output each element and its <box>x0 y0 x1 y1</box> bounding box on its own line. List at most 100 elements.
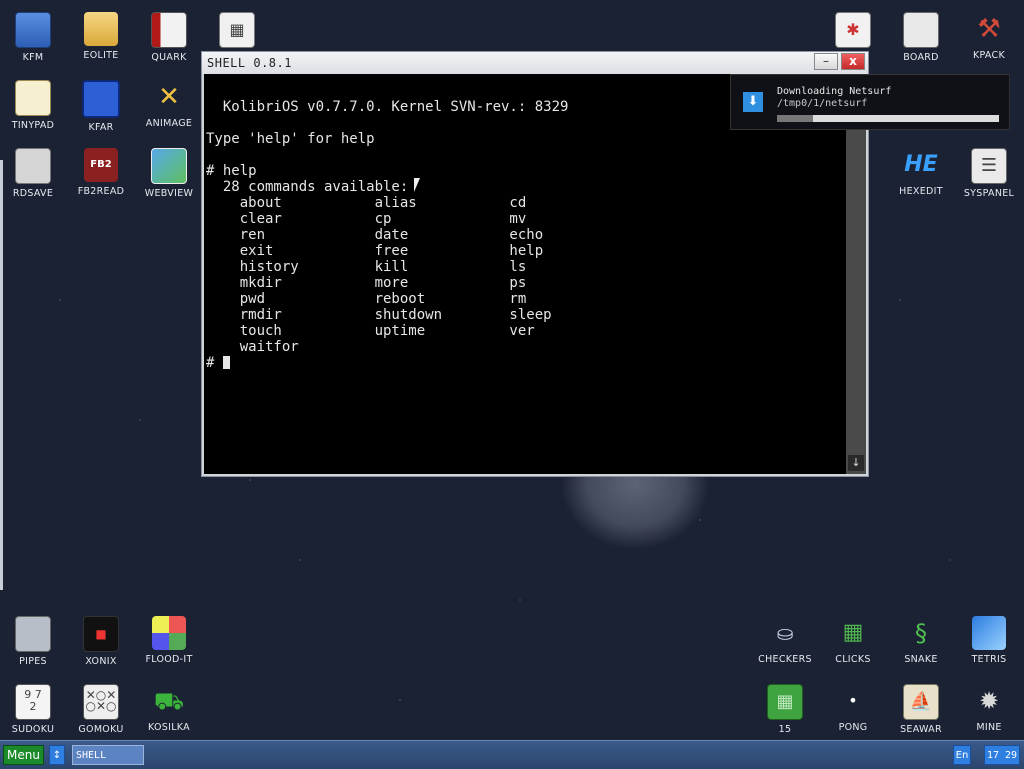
taskbar-item-shell[interactable]: SHELL <box>72 745 144 765</box>
terminal-line: pwd reboot rm <box>206 291 527 307</box>
kfar-icon <box>82 80 120 118</box>
icon-label: SEAWAR <box>900 724 942 735</box>
desktop-icon-syspanel[interactable]: ☰ SYSPANEL <box>957 144 1021 206</box>
desktop-icon-15[interactable]: ▦ 15 <box>753 680 817 742</box>
hammer-icon: ⚒ <box>977 14 1001 44</box>
bug-icon: ✱ <box>835 12 871 48</box>
icon-label: CLICKS <box>835 654 871 665</box>
icon-label: KPACK <box>972 50 1006 61</box>
mine-icon: ✹ <box>978 687 1000 715</box>
desktop-icon-flood-it[interactable]: FLOOD-IT <box>137 612 201 674</box>
desktop-icon-xonix[interactable]: ■ XONIX <box>69 612 133 674</box>
terminal-line: clear cp mv <box>206 211 527 227</box>
fifteen-puzzle-icon: ▦ <box>767 684 803 720</box>
terminal-line: # help <box>206 163 257 179</box>
icon-label: KFM <box>22 52 44 63</box>
snake-icon: § <box>915 619 927 647</box>
tetris-icon <box>972 616 1006 650</box>
clock[interactable]: 17 29 <box>984 745 1020 765</box>
lawnmower-icon: ⛟ <box>153 687 185 715</box>
terminal-line: mkdir more ps <box>206 275 527 291</box>
icon-label: TETRIS <box>971 654 1007 665</box>
desktop-icon-clicks[interactable]: ▦ CLICKS <box>821 612 885 674</box>
board-icon <box>903 12 939 48</box>
desktop-icon-mine[interactable]: ✹ MINE <box>957 680 1021 742</box>
desktop-icon-fb2read[interactable]: FB2 FB2READ <box>69 144 133 206</box>
fb2-book-icon: FB2 <box>84 148 118 182</box>
terminal-output[interactable]: KolibriOS v0.7.7.0. Kernel SVN-rev.: 832… <box>204 74 846 474</box>
desktop-icon-tetris[interactable]: TETRIS <box>957 612 1021 674</box>
minimize-button[interactable]: – <box>814 53 838 70</box>
xonix-icon: ■ <box>83 616 119 652</box>
desktop-icon-calc[interactable]: ▦ <box>205 8 269 48</box>
desktop-icon-board[interactable]: BOARD <box>889 8 953 70</box>
download-notification[interactable]: ⬇ Downloading Netsurf /tmp0/1/netsurf <box>730 74 1010 130</box>
icon-label: QUARK <box>151 52 187 63</box>
desktop-icon-checkers[interactable]: ⛀ CHECKERS <box>753 612 817 674</box>
icon-label: MINE <box>976 722 1002 733</box>
window-title: SHELL 0.8.1 <box>207 56 292 70</box>
switch-windows-icon[interactable]: ↕ <box>49 745 65 765</box>
scroll-down-arrow-icon[interactable]: ↓ <box>848 455 864 471</box>
icon-label: KFAR <box>88 122 114 133</box>
icon-label: BOARD <box>903 52 939 63</box>
icon-label: SYSPANEL <box>963 188 1015 199</box>
close-button[interactable]: x <box>841 53 865 70</box>
download-progress-bar <box>777 115 999 122</box>
icon-label: RDSAVE <box>12 188 54 199</box>
desktop-icon-sudoku[interactable]: 9 72 SUDOKU <box>1 680 65 742</box>
desktop-icon-hexedit[interactable]: HE HEXEDIT <box>889 144 953 206</box>
terminal-line: ren date echo <box>206 227 544 243</box>
desktop-icon-kfar[interactable]: KFAR <box>69 76 133 138</box>
desktop-icon-quark[interactable]: QUARK <box>137 8 201 70</box>
icon-label: PONG <box>838 722 868 733</box>
notepad-icon <box>15 80 51 116</box>
desktop-icon-animage[interactable]: ✕ ANIMAGE <box>137 76 201 138</box>
terminal-scrollbar[interactable]: ↓ <box>846 74 866 474</box>
terminal-line: about alias cd <box>206 195 527 211</box>
desktop-icon-pipes[interactable]: PIPES <box>1 612 65 674</box>
terminal-line: waitfor <box>206 339 299 355</box>
terminal-line: 28 commands available: <box>206 179 409 195</box>
desktop-icon-tinypad[interactable]: TINYPAD <box>1 76 65 138</box>
download-progress-fill <box>777 115 813 122</box>
icon-label: PIPES <box>19 656 47 667</box>
desktop-icon-bug[interactable]: ✱ <box>821 8 885 48</box>
menu-button[interactable]: Menu <box>3 745 44 765</box>
magic-wand-icon: ✕ <box>158 82 180 112</box>
terminal-text: KolibriOS v0.7.7.0. Kernel SVN-rev.: 832… <box>206 83 568 371</box>
desktop-icon-seawar[interactable]: ⛵ SEAWAR <box>889 680 953 742</box>
desktop-icon-gomoku[interactable]: ✕○✕ ○✕○ GOMOKU <box>69 680 133 742</box>
taskbar: Menu ↕ SHELL En 17 29 <box>0 740 1024 769</box>
icon-label: HEXEDIT <box>899 186 943 197</box>
mouse-pointer-icon <box>414 178 420 192</box>
keyboard-layout-indicator[interactable]: En <box>953 745 971 765</box>
rdsave-icon <box>15 148 51 184</box>
sudoku-icon: 9 72 <box>15 684 51 720</box>
desktop-left-edge <box>0 160 3 590</box>
desktop-icon-eolite[interactable]: EOLITE <box>69 8 133 70</box>
floppy-icon <box>15 12 51 48</box>
globe-icon <box>151 148 187 184</box>
ship-icon: ⛵ <box>903 684 939 720</box>
desktop-icon-rdsave[interactable]: RDSAVE <box>1 144 65 206</box>
notification-title: Downloading Netsurf <box>777 86 892 97</box>
desktop-icon-snake[interactable]: § SNAKE <box>889 612 953 674</box>
desktop-icon-kosilka[interactable]: ⛟ KOSILKA <box>137 680 201 742</box>
book-icon <box>151 12 187 48</box>
desktop-icon-kfm[interactable]: KFM <box>1 8 65 70</box>
desktop-icon-webview[interactable]: WEBVIEW <box>137 144 201 206</box>
terminal-line: Type 'help' for help <box>206 131 375 147</box>
flood-icon <box>152 616 186 650</box>
terminal-prompt: # <box>206 355 223 371</box>
gomoku-icon: ✕○✕ ○✕○ <box>83 684 119 720</box>
desktop-icon-pong[interactable]: • PONG <box>821 680 885 742</box>
icon-label: KOSILKA <box>148 722 190 733</box>
pong-icon: • <box>848 691 858 710</box>
icon-label: XONIX <box>85 656 117 667</box>
desktop-icon-kpack[interactable]: ⚒ KPACK <box>957 8 1021 70</box>
window-titlebar[interactable]: SHELL 0.8.1 – x <box>202 52 868 74</box>
terminal-line: rmdir shutdown sleep <box>206 307 552 323</box>
download-icon: ⬇ <box>743 92 763 112</box>
icon-label: EOLITE <box>83 50 119 61</box>
